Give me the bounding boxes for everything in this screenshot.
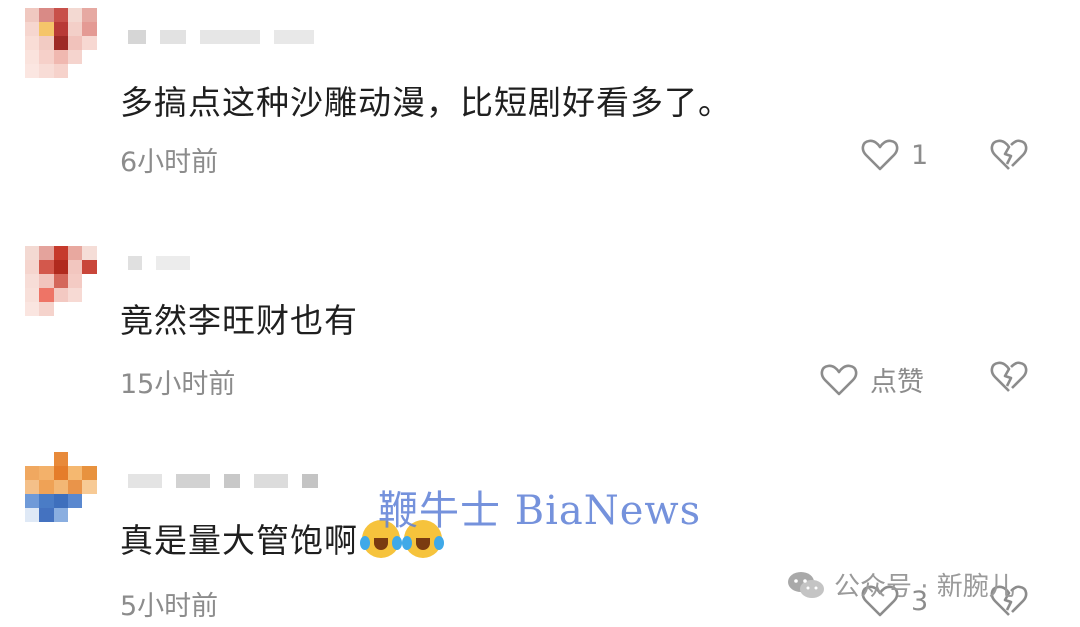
username-redacted[interactable] xyxy=(128,26,314,48)
avatar[interactable] xyxy=(25,452,111,522)
avatar[interactable] xyxy=(25,246,111,316)
avatar[interactable] xyxy=(25,8,111,78)
like-button[interactable]: 点赞 xyxy=(820,360,924,399)
heart-icon xyxy=(820,364,858,395)
source-text: 公众号 · 新腕儿 xyxy=(834,572,1015,602)
heart-icon xyxy=(861,139,899,171)
comment-time: 15小时前 xyxy=(120,369,236,400)
comment-text-body: 真是量大管饱啊 xyxy=(120,521,358,560)
username-redacted[interactable] xyxy=(128,252,190,274)
wechat-source-label: 公众号 · 新腕儿 xyxy=(786,566,1015,603)
like-count: 1 xyxy=(911,139,929,171)
like-count: 点赞 xyxy=(870,367,924,398)
dislike-button[interactable] xyxy=(990,138,1028,172)
broken-heart-icon xyxy=(990,139,1028,170)
username-redacted[interactable] xyxy=(128,470,318,492)
comment-text: 多搞点这种沙雕动漫，比短剧好看多了。 xyxy=(120,83,732,122)
comment-text: 竟然李旺财也有 xyxy=(120,301,358,340)
bianews-watermark: 鞭牛士 BiaNews xyxy=(378,488,702,534)
broken-heart-icon xyxy=(990,361,1028,392)
like-button[interactable]: 1 xyxy=(861,138,928,172)
comment-time: 5小时前 xyxy=(120,591,219,622)
dislike-button[interactable] xyxy=(990,360,1028,394)
comment-time: 6小时前 xyxy=(120,147,219,178)
wechat-icon xyxy=(788,571,824,598)
